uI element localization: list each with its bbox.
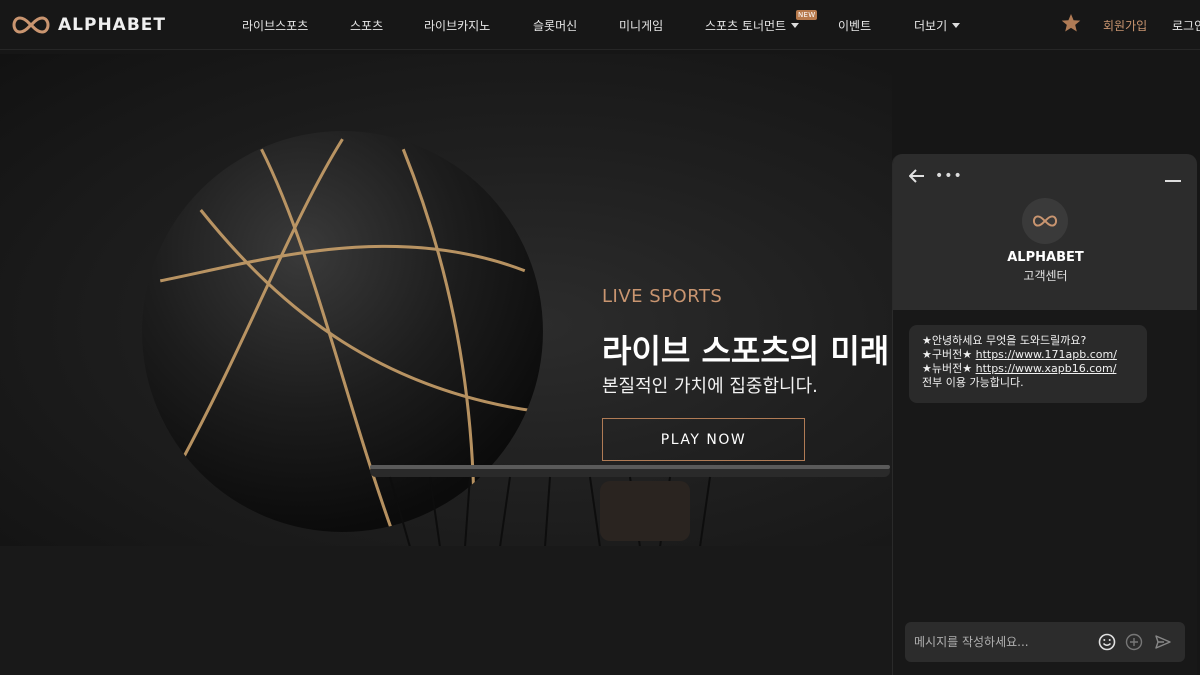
arrow-left-icon[interactable] (909, 169, 925, 183)
chat-message-bubble: ★안녕하세요 무엇을 도와드릴까요? ★구버전★ https://www.171… (909, 325, 1147, 403)
chat-brand-name: ALPHABET (1007, 250, 1084, 265)
minimize-icon[interactable] (1165, 180, 1181, 182)
message-prefix: ★구버전★ (922, 348, 976, 361)
brand-name: ALPHABET (58, 15, 166, 35)
play-now-button[interactable]: PLAY NOW (602, 418, 805, 461)
new-version-link[interactable]: https://www.xapb16.com/ (976, 362, 1117, 375)
hero-title: 라이브 스포츠의 미래 (602, 332, 890, 370)
chat-department: 고객센터 (1023, 269, 1068, 283)
basketball-hoop-image (370, 465, 890, 546)
nav-item-slot-machine[interactable]: 슬롯머신 (533, 17, 577, 34)
nav-item-label: 더보기 (914, 19, 948, 33)
hero-subtitle: 본질적인 가치에 집중합니다. (602, 376, 818, 397)
message-line: ★뉴버전★ https://www.xapb16.com/ (922, 362, 1134, 376)
brand-logo[interactable]: ALPHABET (8, 13, 166, 37)
support-chat-widget: ••• ALPHABET 고객센터 ★안녕하세요 무엇을 도와드릴까요? ★구버… (892, 154, 1197, 675)
chat-header: ••• ALPHABET 고객센터 (893, 154, 1197, 310)
infinity-logo-icon (1032, 215, 1058, 227)
hero-banner: LIVE SPORTS 라이브 스포츠의 미래 본질적인 가치에 집중합니다. … (0, 54, 892, 546)
attach-plus-icon[interactable] (1125, 633, 1143, 651)
message-prefix: ★뉴버전★ (922, 362, 976, 375)
avatar (1022, 198, 1068, 244)
new-badge: NEW (796, 10, 818, 20)
message-line: ★안녕하세요 무엇을 도와드릴까요? (922, 334, 1087, 347)
star-icon[interactable] (1061, 13, 1081, 33)
chat-composer (905, 622, 1185, 662)
message-line: ★구버전★ https://www.171apb.com/ (922, 348, 1134, 362)
send-icon[interactable] (1154, 633, 1172, 651)
nav-item-live-casino[interactable]: 라이브카지노 (424, 17, 490, 34)
message-line: 전부 이용 가능합니다. (922, 376, 1024, 389)
nav-item-sports[interactable]: 스포츠 (350, 17, 383, 34)
login-button[interactable]: 로그인 (1172, 17, 1200, 34)
nav-item-event[interactable]: 이벤트 (838, 17, 871, 34)
old-version-link[interactable]: https://www.171apb.com/ (976, 348, 1117, 361)
message-input[interactable] (914, 632, 1094, 652)
top-navigation-bar: ALPHABET 라이브스포츠 스포츠 라이브카지노 슬롯머신 미니게임 스포츠… (0, 0, 1200, 50)
emoji-icon[interactable] (1098, 633, 1116, 651)
nav-item-more[interactable]: 더보기 (914, 17, 961, 34)
content-area (0, 546, 892, 675)
nav-item-mini-game[interactable]: 미니게임 (619, 17, 663, 34)
infinity-logo-icon (12, 16, 50, 34)
hero-kicker: LIVE SPORTS (602, 286, 723, 307)
more-options-icon[interactable]: ••• (935, 168, 963, 184)
nav-item-live-sports[interactable]: 라이브스포츠 (242, 17, 308, 34)
chevron-down-icon (952, 23, 961, 28)
join-button[interactable]: 회원가입 (1103, 17, 1147, 34)
nav-item-label: 스포츠 토너먼트 (705, 19, 787, 33)
chevron-down-icon (791, 23, 800, 28)
nav-item-sports-tournament[interactable]: 스포츠 토너먼트 (705, 17, 800, 34)
